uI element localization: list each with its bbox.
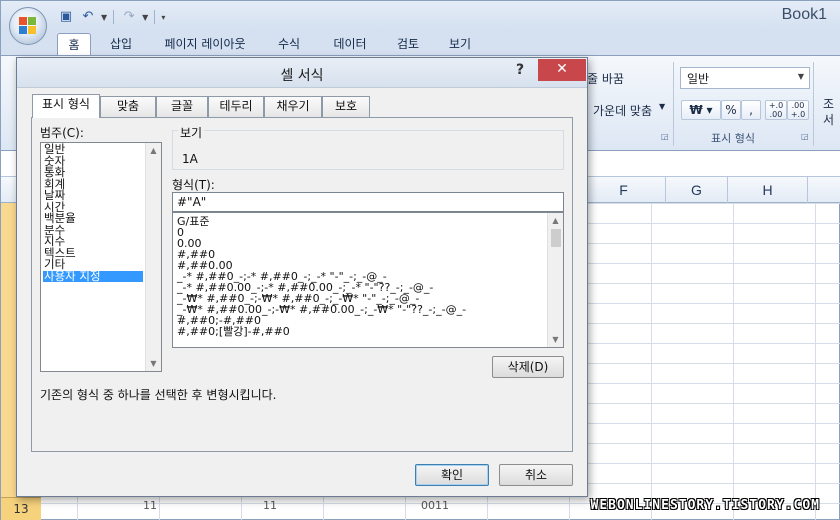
number-tab-panel: 범주(C): 일반 숫자 통화 회계 날짜 시간 백분율 분수 지수 텍스트 기… [31, 117, 573, 452]
row-header-13[interactable]: 13 [1, 497, 41, 520]
office-button[interactable] [9, 7, 47, 45]
app-title: Book1 [781, 6, 827, 23]
redo-icon[interactable]: ↷ [120, 9, 138, 25]
column-header-f[interactable]: F [581, 177, 665, 203]
format-scrollbar[interactable]: ▲ ▼ [547, 213, 563, 347]
watermark-text: WEBONLINESTORY.TISTORY.COM [590, 498, 820, 513]
list-item-selected[interactable]: 사용자 지정 [43, 270, 143, 282]
tab-page-layout[interactable]: 페이지 레이아웃 [153, 33, 257, 55]
delete-button[interactable]: 삭제(D) [492, 356, 564, 378]
list-item[interactable]: #,##0;[빨강]-#,##0 [177, 326, 290, 337]
sample-value: 1A [182, 152, 198, 166]
styles-group-partial: 조 서 [823, 97, 835, 127]
redo-dropdown-icon[interactable]: ▼ [142, 13, 148, 22]
column-header-h[interactable]: H [727, 177, 807, 203]
merge-center-button[interactable]: 가운데 맞춤 [593, 102, 652, 119]
number-launcher-icon[interactable]: ◲ [801, 132, 809, 141]
dialog-title: 셀 서식 [280, 68, 324, 84]
office-logo-icon [19, 17, 37, 35]
merge-dropdown-icon[interactable]: ▼ [659, 102, 665, 111]
tab-view[interactable]: 보기 [439, 33, 481, 55]
decrease-decimal-button[interactable]: .00 +.0 [787, 100, 809, 120]
cell-value[interactable]: 11 [263, 499, 277, 512]
number-group-label: 표시 형식 [711, 132, 755, 145]
qat-divider [113, 10, 115, 24]
sample-group [172, 130, 564, 170]
description-text: 기존의 형식 중 하나를 선택한 후 변형시킵니다. [40, 388, 277, 402]
scroll-up-icon[interactable]: ▲ [548, 213, 563, 228]
percent-button[interactable]: % [721, 100, 741, 120]
cell-value[interactable]: 0011 [421, 499, 449, 512]
tab-data[interactable]: 데이터 [323, 33, 377, 55]
tab-fill[interactable]: 채우기 [264, 96, 322, 117]
ribbon-tabs: 홈 삽입 페이지 레이아웃 수식 데이터 검토 보기 [1, 31, 840, 55]
format-cells-dialog: 셀 서식 ? ✕ 표시 형식 맞춤 글꼴 테두리 채우기 보호 범주(C): 일… [16, 57, 588, 497]
undo-dropdown-icon[interactable]: ▼ [101, 13, 107, 22]
alignment-launcher-icon[interactable]: ◲ [661, 132, 669, 141]
cell-value[interactable]: 11 [143, 499, 157, 512]
category-label: 범주(C): [40, 126, 84, 140]
scroll-down-icon[interactable]: ▼ [146, 356, 161, 371]
tab-formulas[interactable]: 수식 [267, 33, 311, 55]
scroll-up-icon[interactable]: ▲ [146, 143, 161, 158]
help-icon[interactable]: ? [516, 62, 524, 78]
tab-review[interactable]: 검토 [387, 33, 429, 55]
dialog-title-bar: 셀 서식 ? ✕ [17, 58, 587, 88]
title-bar: ▣ ↶ ▼ ↷ ▼ ▾ Book1 [1, 1, 840, 31]
ribbon-divider [813, 62, 814, 146]
tab-alignment[interactable]: 맞춤 [100, 96, 156, 117]
number-format-value: 일반 [687, 72, 710, 86]
increase-decimal-button[interactable]: +.0 .00 [765, 100, 787, 120]
tab-font[interactable]: 글꼴 [156, 96, 208, 117]
currency-button[interactable]: ₩ ▾ [681, 100, 721, 120]
sample-label: 보기 [178, 124, 205, 141]
tab-border[interactable]: 테두리 [208, 96, 264, 117]
scroll-thumb[interactable] [551, 229, 561, 247]
tab-insert[interactable]: 삽입 [101, 33, 141, 55]
tab-home[interactable]: 홈 [57, 33, 91, 55]
wrap-text-button[interactable]: 줄 바꿈 [587, 70, 624, 87]
column-header-next[interactable] [807, 177, 840, 203]
cancel-button[interactable]: 취소 [499, 464, 573, 486]
ok-button[interactable]: 확인 [415, 464, 489, 486]
category-list[interactable]: 일반 숫자 통화 회계 날짜 시간 백분율 분수 지수 텍스트 기타 사용자 지… [40, 142, 162, 372]
category-scrollbar[interactable]: ▲ ▼ [145, 143, 161, 371]
tab-number[interactable]: 표시 형식 [32, 94, 100, 118]
chevron-down-icon: ▼ [797, 72, 804, 81]
type-input[interactable]: #"A" [172, 192, 564, 212]
comma-button[interactable]: , [741, 100, 761, 120]
type-label: 형식(T): [172, 178, 215, 192]
close-button[interactable]: ✕ [538, 59, 586, 81]
scroll-down-icon[interactable]: ▼ [548, 332, 563, 347]
qat-divider [154, 10, 156, 24]
number-format-select[interactable]: 일반 ▼ [680, 67, 810, 89]
save-icon[interactable]: ▣ [57, 9, 75, 25]
column-header-g[interactable]: G [665, 177, 727, 203]
quick-access-toolbar: ▣ ↶ ▼ ↷ ▼ ▾ [57, 8, 165, 26]
format-code-list[interactable]: G/표준 0 0.00 #,##0 #,##0.00 _-* #,##0_-;-… [172, 212, 564, 348]
customize-qat-icon[interactable]: ▾ [161, 13, 165, 22]
tab-protection[interactable]: 보호 [322, 96, 370, 117]
undo-icon[interactable]: ↶ [79, 9, 97, 25]
ribbon-divider [673, 62, 674, 146]
